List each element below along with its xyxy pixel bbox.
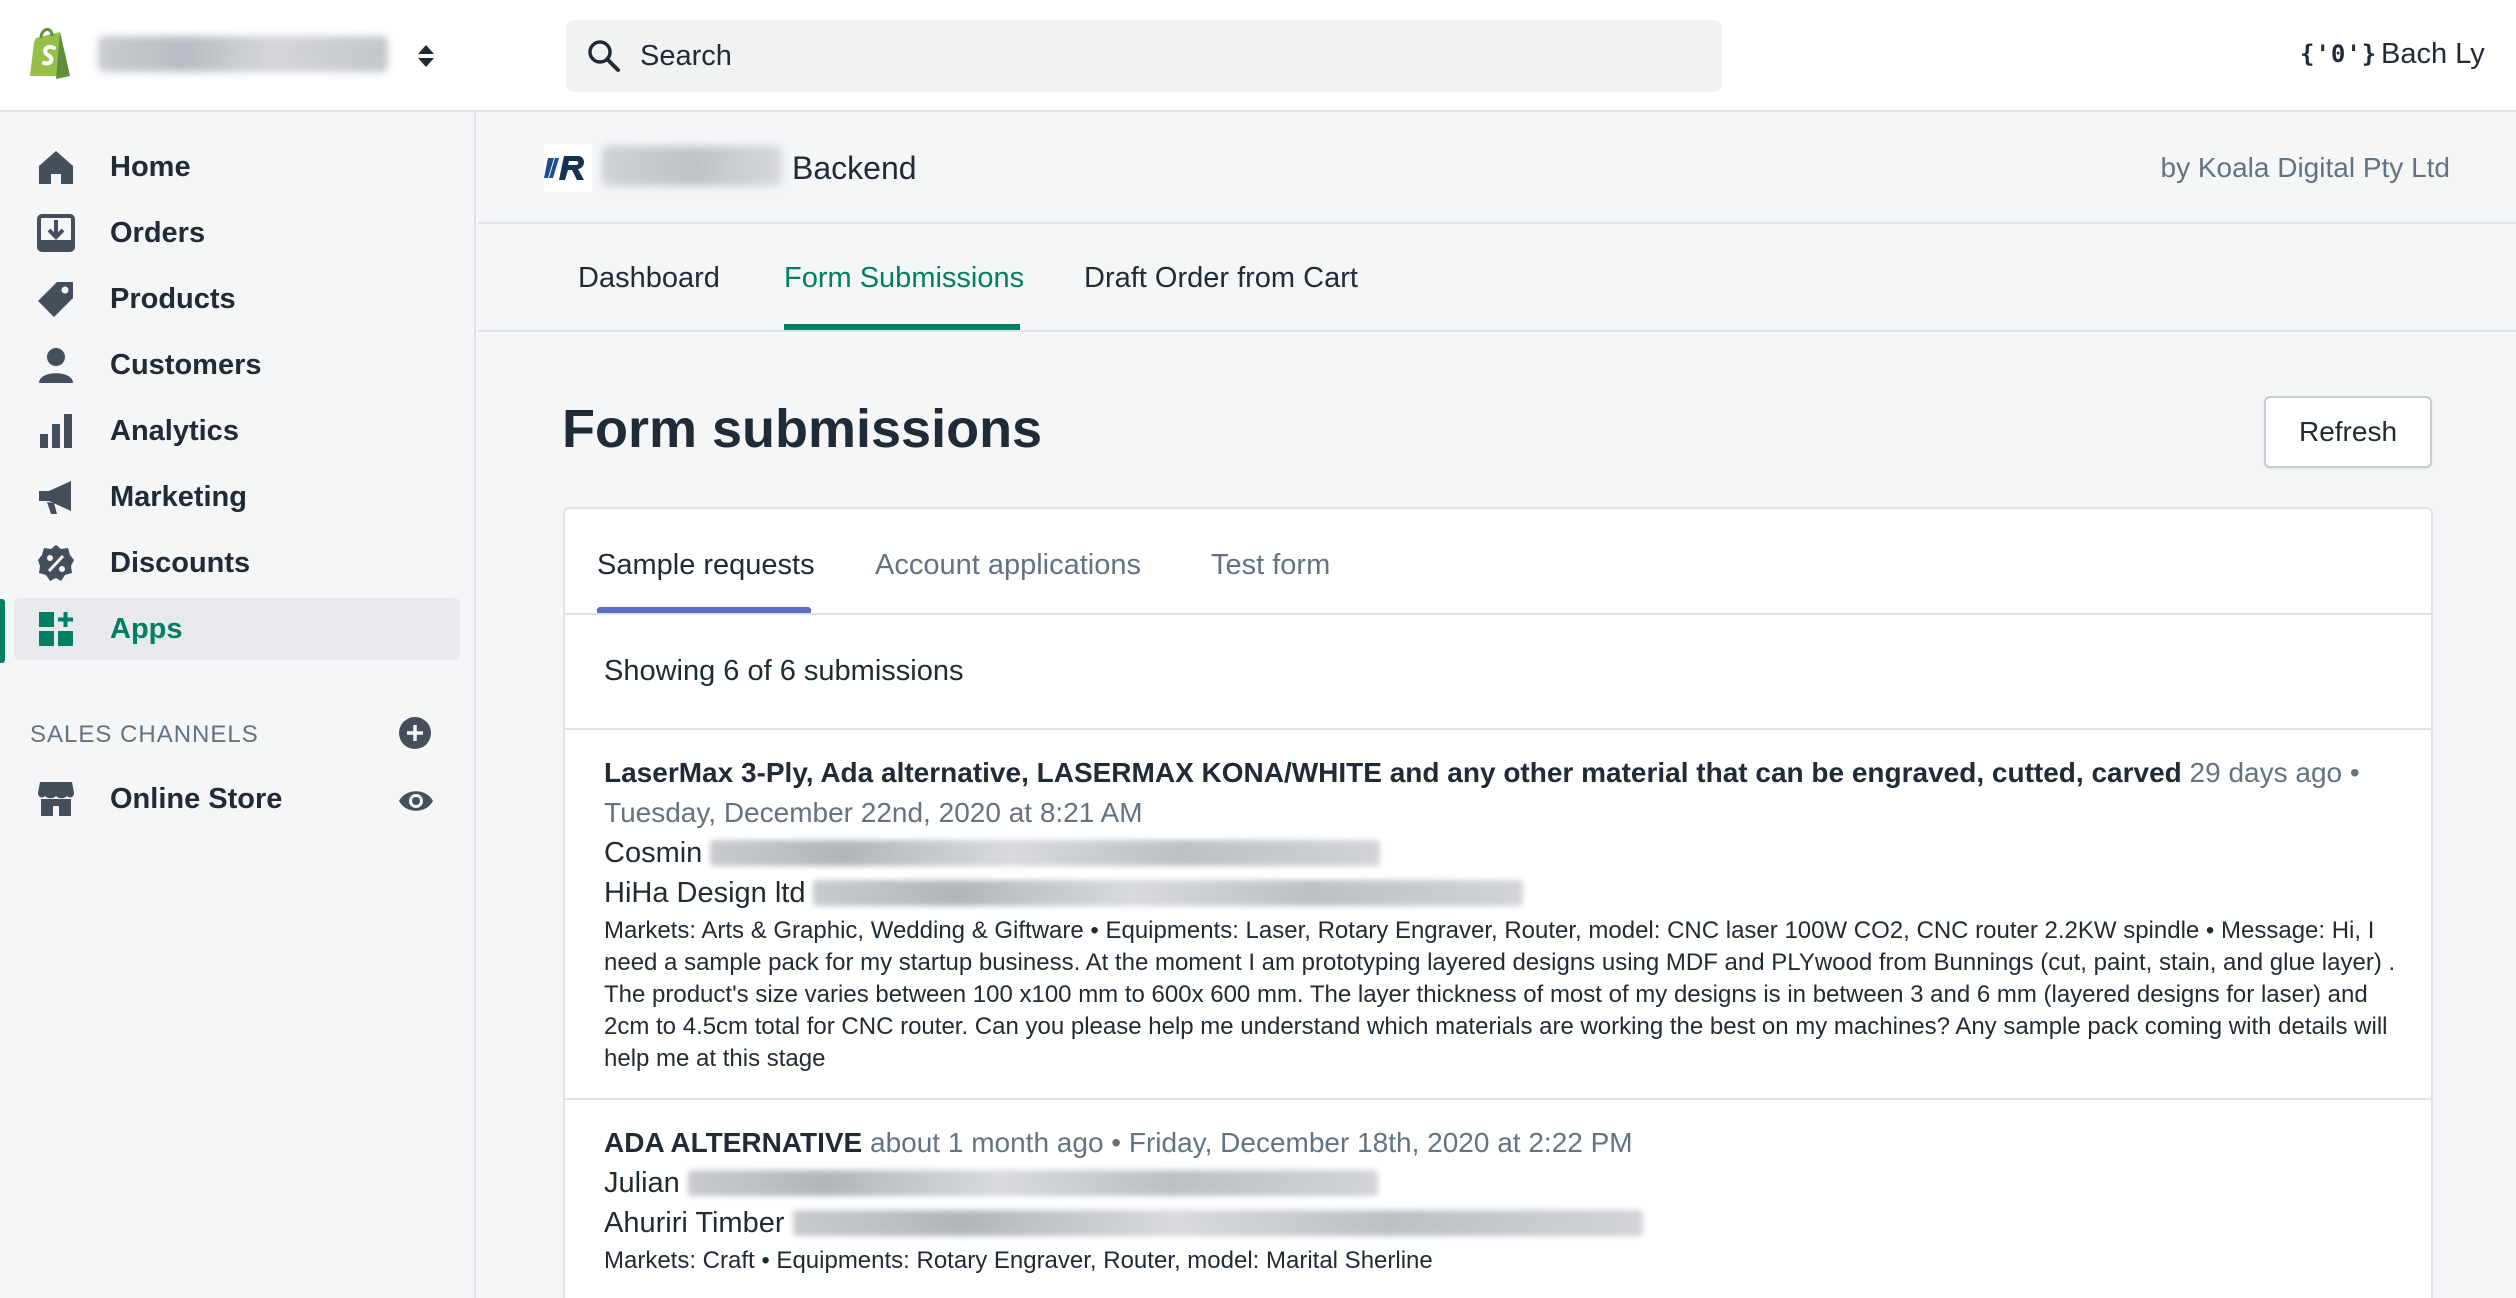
sidebar-item-label: Discounts	[110, 546, 251, 579]
app-title: Backend	[792, 150, 917, 186]
submission-details: Markets: Craft • Equipments: Rotary Engr…	[604, 1247, 1433, 1274]
app-developer: by Koala Digital Pty Ltd	[2160, 152, 2451, 183]
active-form-tab-indicator	[597, 607, 811, 613]
tab-account-applications[interactable]: Account applications	[875, 549, 1141, 582]
search-icon	[588, 40, 620, 72]
sidebar-item-home[interactable]: Home	[0, 136, 460, 198]
sidebar-item-products[interactable]: Products	[0, 268, 460, 330]
sidebar-item-online-store[interactable]: Online Store	[0, 768, 460, 830]
sidebar-item-label: Online Store	[110, 782, 283, 815]
tab-draft-order-from-cart[interactable]: Draft Order from Cart	[1084, 262, 1358, 295]
sidebar-item-label: Products	[110, 282, 236, 315]
megaphone-icon	[36, 477, 76, 517]
sidebar-item-analytics[interactable]: Analytics	[0, 400, 460, 462]
view-store-eye-icon[interactable]	[398, 786, 434, 816]
sidebar-item-label: Analytics	[110, 414, 239, 447]
home-icon	[36, 147, 76, 187]
submission-count: Showing 6 of 6 submissions	[604, 655, 964, 687]
divider	[565, 1098, 2431, 1100]
sidebar-item-label: Orders	[110, 216, 206, 249]
person-icon	[36, 345, 76, 385]
sidebar-item-label: Marketing	[110, 480, 247, 513]
bar-chart-icon	[36, 411, 76, 451]
submission-item: ADA ALTERNATIVE about 1 month ago • Frid…	[604, 1123, 2404, 1277]
redacted-address	[792, 1210, 1643, 1236]
app-header: Backend by Koala Digital Pty Ltd	[478, 112, 2516, 224]
shopify-logo-icon[interactable]	[26, 24, 76, 80]
app-logo-icon	[544, 144, 592, 192]
apps-icon	[36, 609, 76, 649]
company-name: HiHa Design ltd	[604, 877, 806, 909]
refresh-button[interactable]: Refresh	[2264, 396, 2432, 468]
sales-channels-heading: SALES CHANNELS	[30, 721, 259, 748]
store-icon	[36, 779, 76, 819]
app-tabs: Dashboard Form Submissions Draft Order f…	[478, 226, 2516, 332]
submission-title: ADA ALTERNATIVE	[604, 1127, 863, 1158]
tab-dashboard[interactable]: Dashboard	[578, 262, 720, 295]
submission-details: Markets: Arts & Graphic, Wedding & Giftw…	[604, 917, 2396, 1072]
active-indicator	[0, 599, 5, 663]
sidebar-item-orders[interactable]: Orders	[0, 202, 460, 264]
search-input[interactable]: Search	[566, 20, 1722, 92]
page-title: Form submissions	[562, 399, 1043, 459]
form-tabs: Sample requests Account applications Tes…	[565, 509, 2431, 615]
top-bar: Search {'0'} Bach Ly	[0, 0, 2516, 112]
submitter-name: Cosmin	[604, 837, 703, 869]
submission-item: LaserMax 3-Ply, Ada alternative, LASERMA…	[604, 753, 2404, 1075]
divider	[565, 728, 2431, 730]
redacted-contact	[710, 840, 1381, 866]
add-sales-channel-icon[interactable]	[398, 716, 432, 750]
company-name: Ahuriri Timber	[604, 1207, 785, 1239]
tab-form-submissions[interactable]: Form Submissions	[784, 262, 1024, 295]
sidebar-item-discounts[interactable]: Discounts	[0, 532, 460, 594]
orders-icon	[36, 213, 76, 253]
submission-meta: about 1 month ago • Friday, December 18t…	[870, 1127, 1633, 1158]
sidebar: Home Orders Products Customers Analytics…	[0, 112, 476, 1298]
submission-contact: Cosmin	[604, 833, 2404, 873]
sidebar-item-label: Apps	[110, 612, 183, 645]
sidebar-item-marketing[interactable]: Marketing	[0, 466, 460, 528]
sidebar-item-label: Customers	[110, 348, 262, 381]
sidebar-item-label: Home	[110, 150, 191, 183]
submission-header: ADA ALTERNATIVE about 1 month ago • Frid…	[604, 1123, 2404, 1163]
submission-contact: Julian	[604, 1163, 2404, 1203]
sidebar-item-customers[interactable]: Customers	[0, 334, 460, 396]
submission-title: LaserMax 3-Ply, Ada alternative, LASERMA…	[604, 757, 2182, 788]
discount-icon	[36, 543, 76, 583]
tab-test-form[interactable]: Test form	[1211, 549, 1330, 582]
store-switcher-chevron-icon[interactable]	[414, 38, 438, 74]
submission-company: Ahuriri Timber	[604, 1203, 2404, 1243]
app-name-redacted	[602, 146, 782, 186]
tag-icon	[36, 279, 76, 319]
submission-company: HiHa Design ltd	[604, 873, 2404, 913]
user-name[interactable]: Bach Ly	[2381, 38, 2485, 71]
submissions-card: Sample requests Account applications Tes…	[563, 507, 2433, 1298]
search-placeholder: Search	[640, 39, 732, 72]
submission-header: LaserMax 3-Ply, Ada alternative, LASERMA…	[604, 753, 2404, 833]
tab-sample-requests[interactable]: Sample requests	[597, 549, 815, 582]
redacted-contact	[687, 1170, 1378, 1196]
submitter-name: Julian	[604, 1167, 680, 1199]
active-tab-indicator	[784, 324, 1020, 330]
user-avatar[interactable]: {'0'}	[2300, 40, 2377, 68]
store-name-redacted[interactable]	[98, 36, 388, 72]
sidebar-item-apps[interactable]: Apps	[14, 598, 460, 660]
redacted-address	[813, 880, 1524, 906]
